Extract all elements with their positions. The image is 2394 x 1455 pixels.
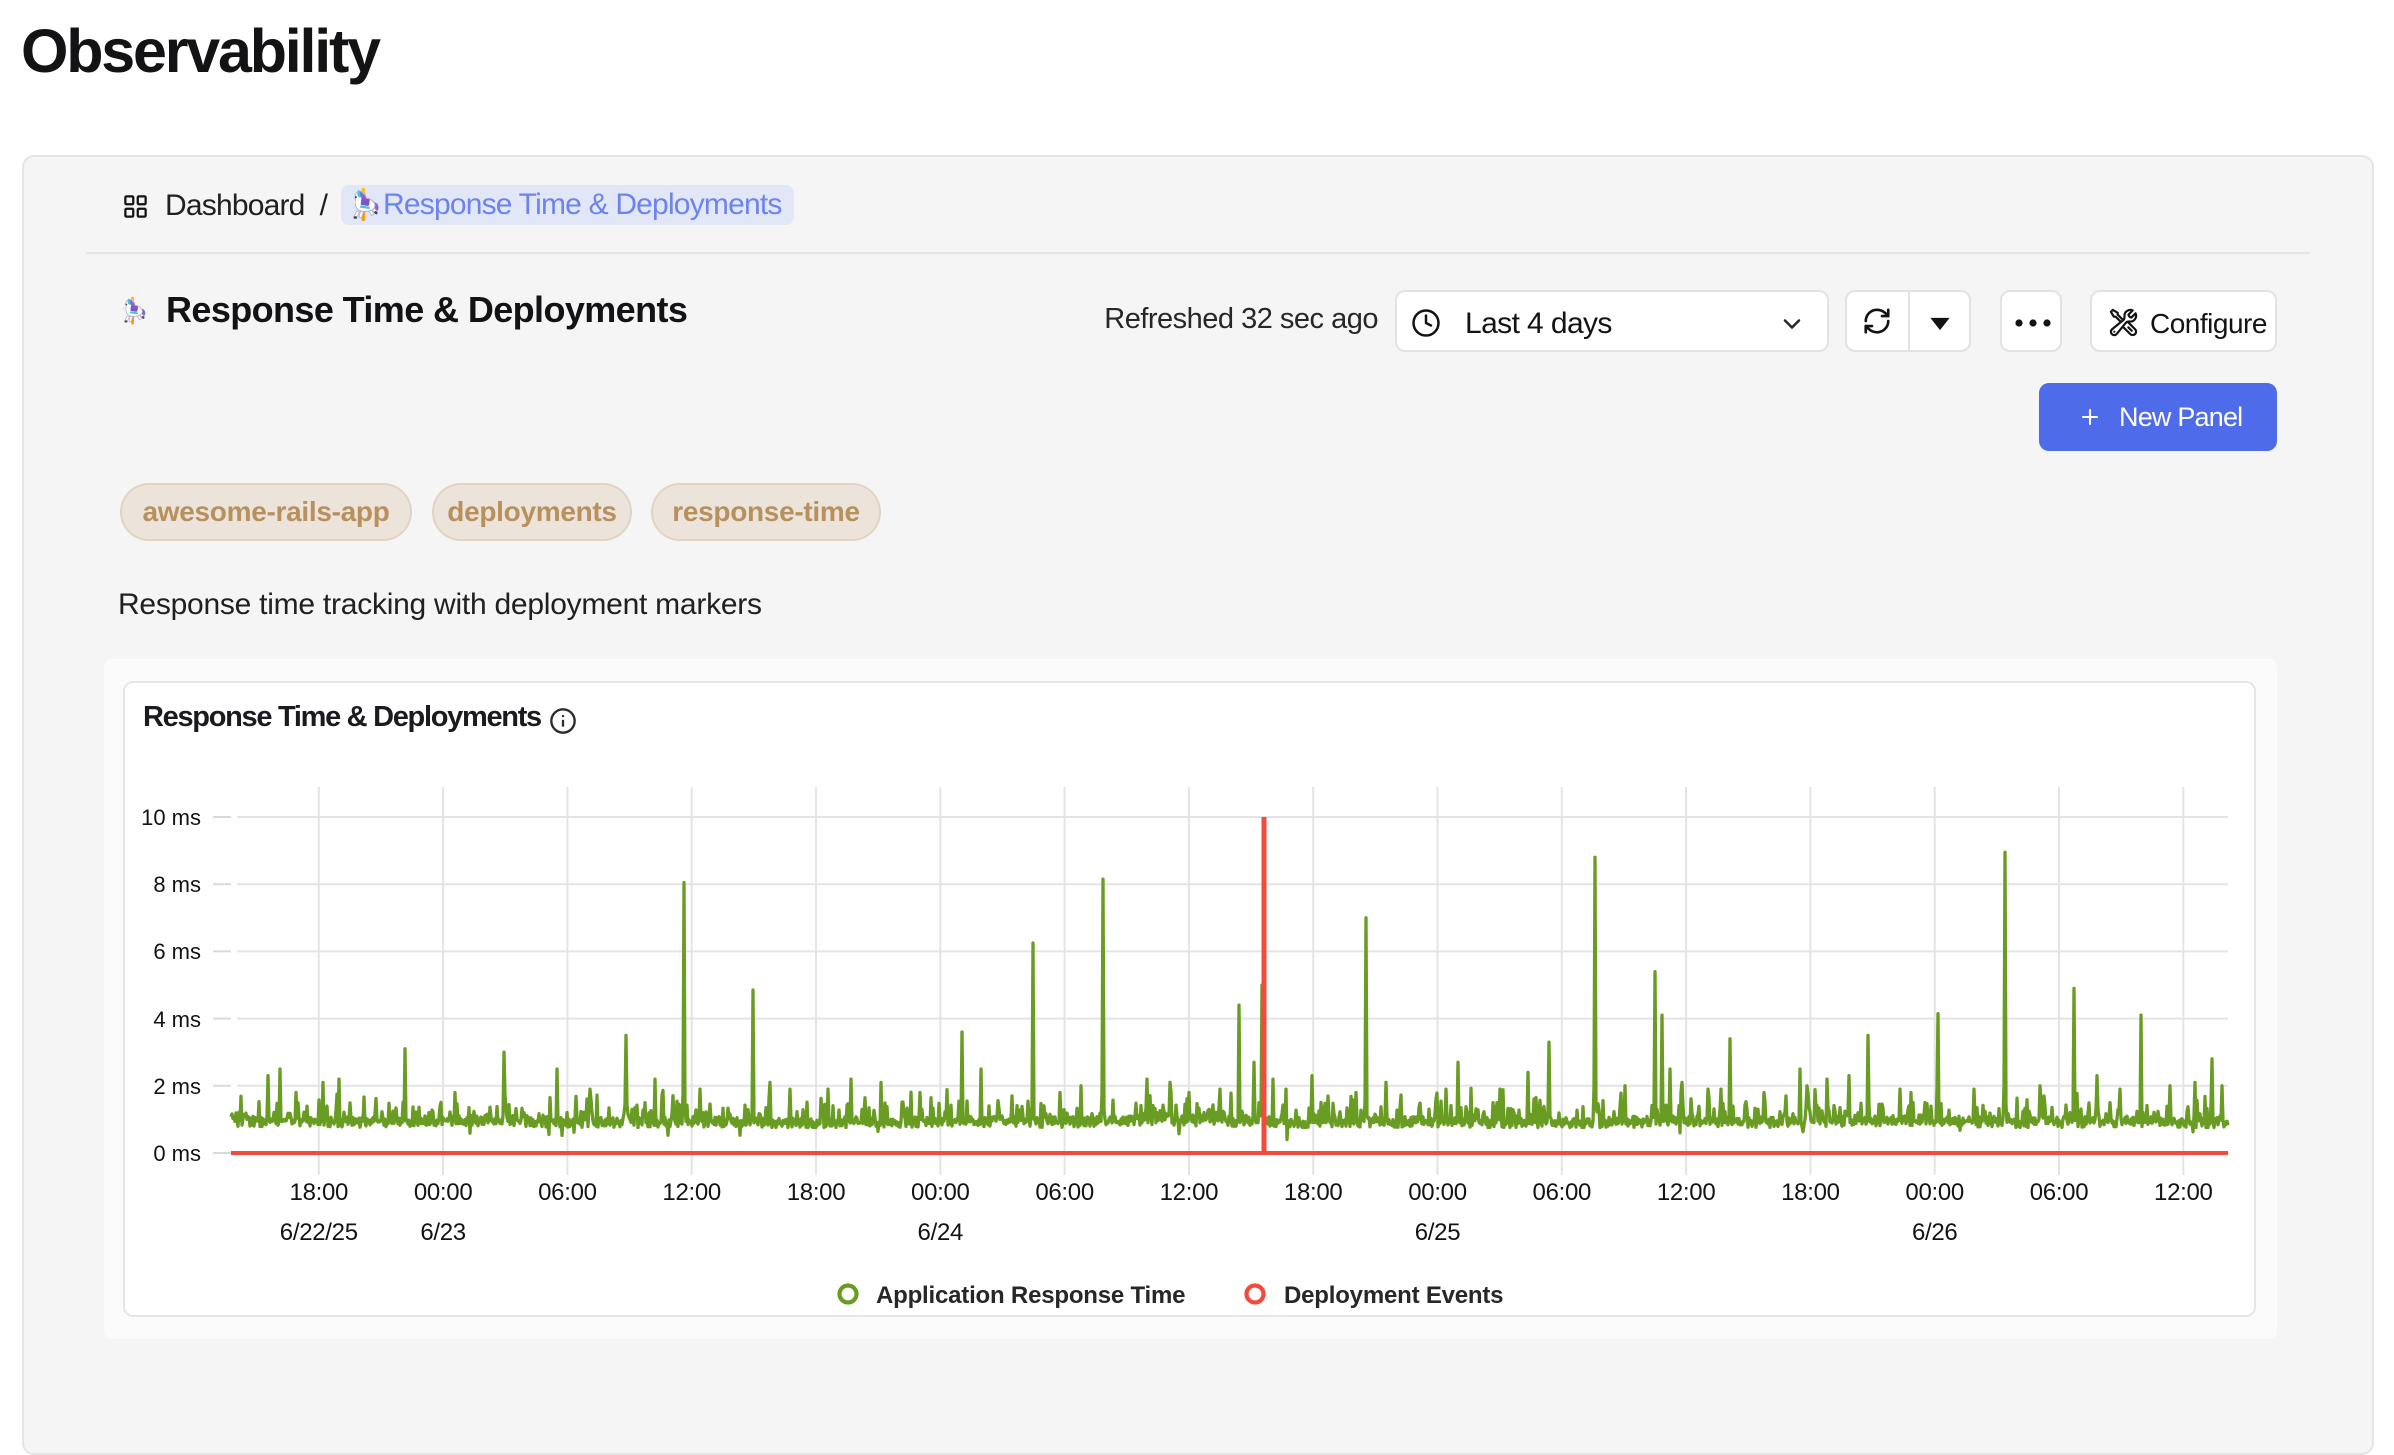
svg-text:6/24: 6/24 (918, 1219, 964, 1246)
svg-text:6/22/25: 6/22/25 (280, 1219, 358, 1246)
svg-text:0 ms: 0 ms (153, 1141, 201, 1166)
svg-text:6/25: 6/25 (1415, 1219, 1461, 1246)
svg-text:Deployment Events: Deployment Events (1284, 1282, 1503, 1309)
svg-text:4 ms: 4 ms (153, 1007, 201, 1032)
svg-text:06:00: 06:00 (2030, 1179, 2089, 1206)
svg-text:12:00: 12:00 (1160, 1179, 1219, 1206)
svg-text:18:00: 18:00 (290, 1179, 349, 1206)
svg-text:2 ms: 2 ms (153, 1074, 201, 1099)
svg-text:06:00: 06:00 (538, 1179, 597, 1206)
svg-text:12:00: 12:00 (2154, 1179, 2213, 1206)
svg-text:06:00: 06:00 (1035, 1179, 1094, 1206)
svg-text:8 ms: 8 ms (153, 872, 201, 897)
svg-text:18:00: 18:00 (1284, 1179, 1343, 1206)
svg-text:6 ms: 6 ms (153, 939, 201, 964)
svg-text:Application Response Time: Application Response Time (876, 1282, 1185, 1309)
svg-text:18:00: 18:00 (787, 1179, 846, 1206)
svg-text:12:00: 12:00 (662, 1179, 721, 1206)
svg-text:00:00: 00:00 (1408, 1179, 1467, 1206)
svg-text:18:00: 18:00 (1781, 1179, 1840, 1206)
svg-text:00:00: 00:00 (414, 1179, 473, 1206)
svg-text:06:00: 06:00 (1533, 1179, 1592, 1206)
svg-text:00:00: 00:00 (1905, 1179, 1964, 1206)
svg-text:00:00: 00:00 (911, 1179, 970, 1206)
svg-text:12:00: 12:00 (1657, 1179, 1716, 1206)
svg-text:6/23: 6/23 (420, 1219, 466, 1246)
svg-text:6/26: 6/26 (1912, 1219, 1958, 1246)
svg-text:10 ms: 10 ms (141, 805, 201, 830)
